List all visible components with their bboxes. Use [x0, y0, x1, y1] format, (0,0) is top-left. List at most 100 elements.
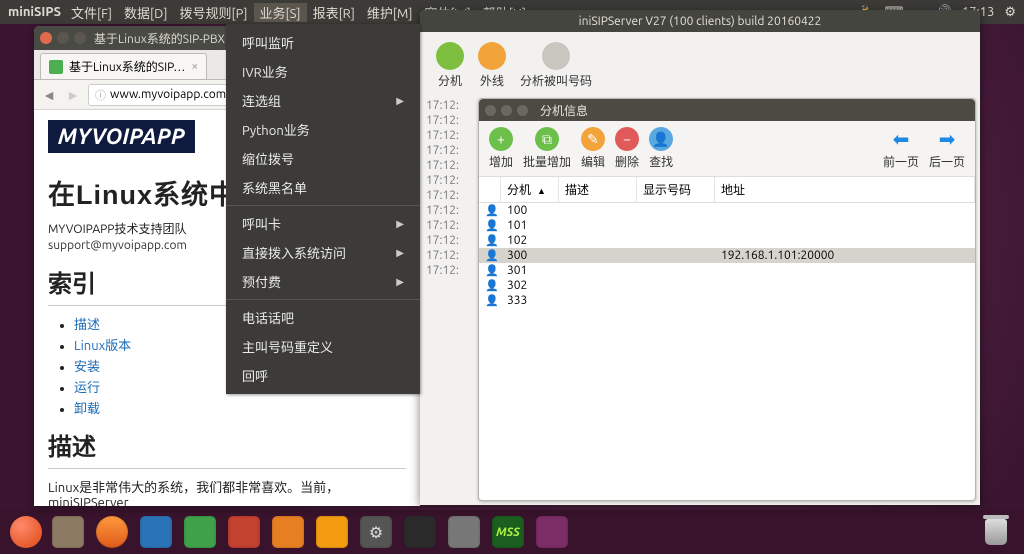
index-link[interactable]: 卸载 — [74, 402, 100, 416]
ubuntu-launcher-icon[interactable] — [6, 512, 46, 552]
table-row[interactable]: 👤102 — [479, 233, 975, 248]
batch-add-button[interactable]: ⧉批量增加 — [523, 127, 571, 170]
dropdown-item[interactable]: 缩位拨号 — [226, 144, 420, 173]
add-button[interactable]: +增加 — [489, 127, 513, 170]
extension-info-window: 分机信息 +增加 ⧉批量增加 ✎编辑 −删除 👤查找 ⬅前一页 ➡后一页 分机▲… — [478, 98, 976, 501]
user-icon: 👤 — [479, 294, 501, 307]
amazon-icon[interactable] — [310, 512, 354, 552]
analyze-button[interactable]: 分析被叫号码 — [520, 42, 592, 89]
user-icon: 👤 — [479, 264, 501, 277]
dropdown-item[interactable]: 呼叫卡▶ — [226, 209, 420, 238]
dropdown-item[interactable]: 回呼 — [226, 361, 420, 390]
col-extension[interactable]: 分机▲ — [501, 177, 559, 202]
url-text: www.myvoipapp.com/cn — [110, 88, 243, 101]
index-link[interactable]: 运行 — [74, 381, 100, 395]
menu-item[interactable]: 数据[D] — [118, 3, 173, 22]
table-row[interactable]: 👤301 — [479, 263, 975, 278]
impress-icon[interactable] — [222, 512, 266, 552]
table-row[interactable]: 👤100 — [479, 203, 975, 218]
window-min-icon[interactable] — [57, 32, 69, 44]
submenu-arrow-icon: ▶ — [396, 95, 404, 107]
site-info-icon[interactable]: ⓘ — [95, 87, 106, 103]
index-link[interactable]: 描述 — [74, 318, 100, 332]
table-row[interactable]: 👤101 — [479, 218, 975, 233]
user-icon: 👤 — [479, 249, 501, 262]
site-logo: MYVOIPAPP — [48, 120, 195, 153]
session-icon[interactable]: ⚙ — [1004, 5, 1016, 20]
find-button[interactable]: 👤查找 — [649, 127, 673, 170]
trash-icon[interactable] — [978, 514, 1014, 550]
submenu-arrow-icon: ▶ — [396, 218, 404, 230]
extension-titlebar: 分机信息 — [479, 99, 975, 121]
user-icon: 👤 — [479, 204, 501, 217]
menu-item[interactable]: 维护[M] — [361, 3, 419, 22]
dock: ⚙ MSS — [0, 510, 1024, 554]
extension-title: 分机信息 — [540, 102, 588, 119]
mss-titlebar: iniSIPServer V27 (100 clients) build 201… — [420, 10, 980, 32]
edit-button[interactable]: ✎编辑 — [581, 127, 605, 170]
dropdown-item[interactable]: 系统黑名单 — [226, 173, 420, 202]
window-icon[interactable] — [530, 512, 574, 552]
forward-button[interactable]: ► — [64, 87, 82, 103]
files-icon[interactable] — [46, 512, 90, 552]
writer-icon[interactable] — [134, 512, 178, 552]
focused-app-name: miniSIPS — [8, 5, 61, 19]
dropdown-item[interactable]: 直接拨入系统访问▶ — [226, 238, 420, 267]
extension-toolbar: +增加 ⧉批量增加 ✎编辑 −删除 👤查找 ⬅前一页 ➡后一页 — [479, 121, 975, 177]
browser-tab[interactable]: 基于Linux系统的SIP… × — [40, 53, 207, 79]
menu-item[interactable]: 业务[S] — [254, 3, 307, 22]
index-link[interactable]: Linux版本 — [74, 339, 131, 353]
submenu-arrow-icon: ▶ — [396, 276, 404, 288]
dropdown-item[interactable]: 主叫号码重定义 — [226, 332, 420, 361]
menu-item[interactable]: 报表[R] — [307, 3, 361, 22]
sort-asc-icon: ▲ — [537, 186, 546, 196]
delete-button[interactable]: −删除 — [615, 127, 639, 170]
user-icon: 👤 — [479, 279, 501, 292]
desc-heading: 描述 — [48, 427, 406, 469]
minisipserver-window: iniSIPServer V27 (100 clients) build 201… — [420, 10, 980, 505]
menu-item[interactable]: 拨号规则[P] — [173, 3, 253, 22]
browser-title: 基于Linux系统的SIP-PBX — [94, 30, 225, 47]
dropdown-item[interactable]: Python业务 — [226, 115, 420, 144]
tab-close-icon[interactable]: × — [191, 60, 198, 73]
dropdown-item[interactable]: 呼叫监听 — [226, 28, 420, 57]
extension-table-header: 分机▲ 描述 显示号码 地址 — [479, 177, 975, 203]
ext-close-icon[interactable] — [485, 105, 496, 116]
dropdown-item[interactable]: 预付费▶ — [226, 267, 420, 296]
prev-page-button[interactable]: ⬅前一页 — [883, 127, 919, 170]
table-row[interactable]: 👤300192.168.1.101:20000 — [479, 248, 975, 263]
settings-icon[interactable]: ⚙ — [354, 512, 398, 552]
col-display[interactable]: 显示号码 — [637, 177, 715, 202]
user-icon: 👤 — [479, 219, 501, 232]
tab-title: 基于Linux系统的SIP… — [69, 58, 185, 75]
mss-app-icon[interactable]: MSS — [486, 512, 530, 552]
dropdown-item[interactable]: IVR业务 — [226, 57, 420, 86]
disk-icon[interactable] — [442, 512, 486, 552]
table-row[interactable]: 👤302 — [479, 278, 975, 293]
index-link[interactable]: 安装 — [74, 360, 100, 374]
software-icon[interactable] — [266, 512, 310, 552]
table-row[interactable]: 👤333 — [479, 293, 975, 308]
index-item: 卸载 — [74, 398, 406, 417]
ext-button[interactable]: 分机 — [436, 42, 464, 89]
submenu-arrow-icon: ▶ — [396, 247, 404, 259]
trunk-button[interactable]: 外线 — [478, 42, 506, 89]
next-page-button[interactable]: ➡后一页 — [929, 127, 965, 170]
mss-toolbar: 分机外线分析被叫号码 — [428, 34, 600, 97]
ext-min-icon[interactable] — [501, 105, 512, 116]
terminal-icon[interactable] — [398, 512, 442, 552]
back-button[interactable]: ◄ — [40, 87, 58, 103]
extension-rows: 👤100👤101👤102👤300192.168.1.101:20000👤301👤… — [479, 203, 975, 308]
col-address[interactable]: 地址 — [715, 177, 975, 202]
window-max-icon[interactable] — [74, 32, 86, 44]
window-close-icon[interactable] — [40, 32, 52, 44]
firefox-icon[interactable] — [90, 512, 134, 552]
desc-paragraph: Linux是非常伟大的系统，我们都非常喜欢。当前，miniSIPServer — [48, 477, 406, 506]
col-description[interactable]: 描述 — [559, 177, 637, 202]
menu-item[interactable]: 文件[F] — [65, 3, 118, 22]
dropdown-item[interactable]: 连选组▶ — [226, 86, 420, 115]
calc-icon[interactable] — [178, 512, 222, 552]
dropdown-item[interactable]: 电话话吧 — [226, 303, 420, 332]
ext-max-icon[interactable] — [517, 105, 528, 116]
user-icon: 👤 — [479, 234, 501, 247]
